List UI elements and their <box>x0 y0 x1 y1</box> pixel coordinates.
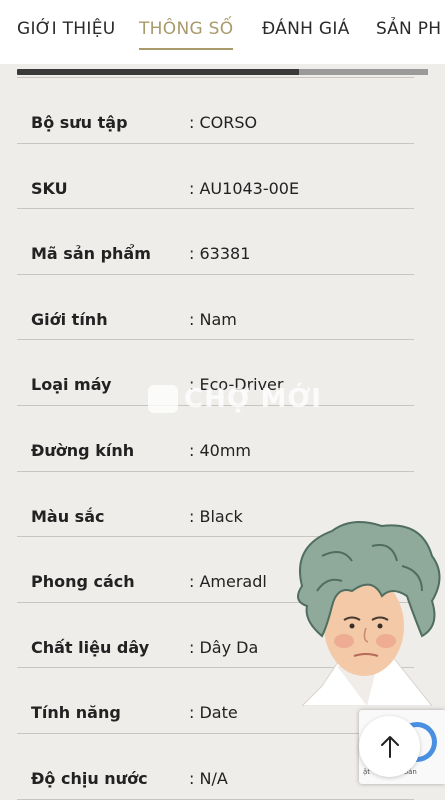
watermark: CHỢ MỚI <box>148 384 322 414</box>
spec-label: Màu sắc <box>31 506 105 526</box>
spec-row-water-resistance: Độ chịu nước : N/A <box>17 734 414 800</box>
spec-label: Bộ sưu tập <box>31 113 128 132</box>
arrow-up-icon <box>380 735 399 758</box>
tab-san-pham[interactable]: SẢN PH <box>376 19 441 39</box>
spec-label: Độ chịu nước <box>31 768 148 788</box>
spec-value: : N/A <box>189 768 228 788</box>
spec-label: Mã sản phẩm <box>31 244 151 264</box>
spec-row-diameter: Đường kính : 40mm <box>17 406 414 472</box>
spec-label: Giới tính <box>31 309 108 329</box>
spec-value: : Ameradl <box>189 572 267 592</box>
spec-value: : 63381 <box>189 244 251 264</box>
active-tab-indicator <box>139 48 233 50</box>
spec-row-product-code: Mã sản phẩm : 63381 <box>17 209 414 275</box>
spec-label: Đường kính <box>31 440 135 460</box>
tab-thong-so[interactable]: THÔNG SỐ <box>139 19 233 39</box>
tab-gioi-thieu[interactable]: GIỚI THIỆU <box>17 19 116 39</box>
spec-label: Phong cách <box>31 572 135 592</box>
spec-value: : 40mm <box>189 440 252 460</box>
spec-value: : Date <box>189 703 238 723</box>
mascot-illustration <box>297 521 441 706</box>
spec-label: SKU <box>31 178 68 198</box>
tab-bar: GIỚI THIỆU THÔNG SỐ ĐÁNH GIÁ SẢN PH <box>0 0 445 64</box>
spec-row-gender: Giới tính : Nam <box>17 275 414 341</box>
spec-value: : Black <box>189 506 243 526</box>
scrollbar-thumb[interactable] <box>299 69 428 75</box>
spec-label: Loại máy <box>31 375 112 395</box>
spec-value: : Nam <box>189 309 237 329</box>
spec-label: Tính năng <box>31 703 121 723</box>
scroll-to-top-button[interactable] <box>359 716 420 777</box>
spec-value: : AU1043-00E <box>189 178 300 198</box>
horizontal-scrollbar[interactable] <box>17 69 428 75</box>
watermark-text: CHỢ MỚI <box>184 384 322 414</box>
spec-row-collection: Bộ sưu tập : CORSO <box>17 78 414 144</box>
spec-row-sku: SKU : AU1043-00E <box>17 144 414 210</box>
spec-label: Chất liệu dây <box>31 637 150 657</box>
watermark-icon <box>148 385 178 413</box>
tab-danh-gia[interactable]: ĐÁNH GIÁ <box>262 19 350 39</box>
spec-value: : Dây Da <box>189 637 259 657</box>
spec-value: : CORSO <box>189 113 258 132</box>
